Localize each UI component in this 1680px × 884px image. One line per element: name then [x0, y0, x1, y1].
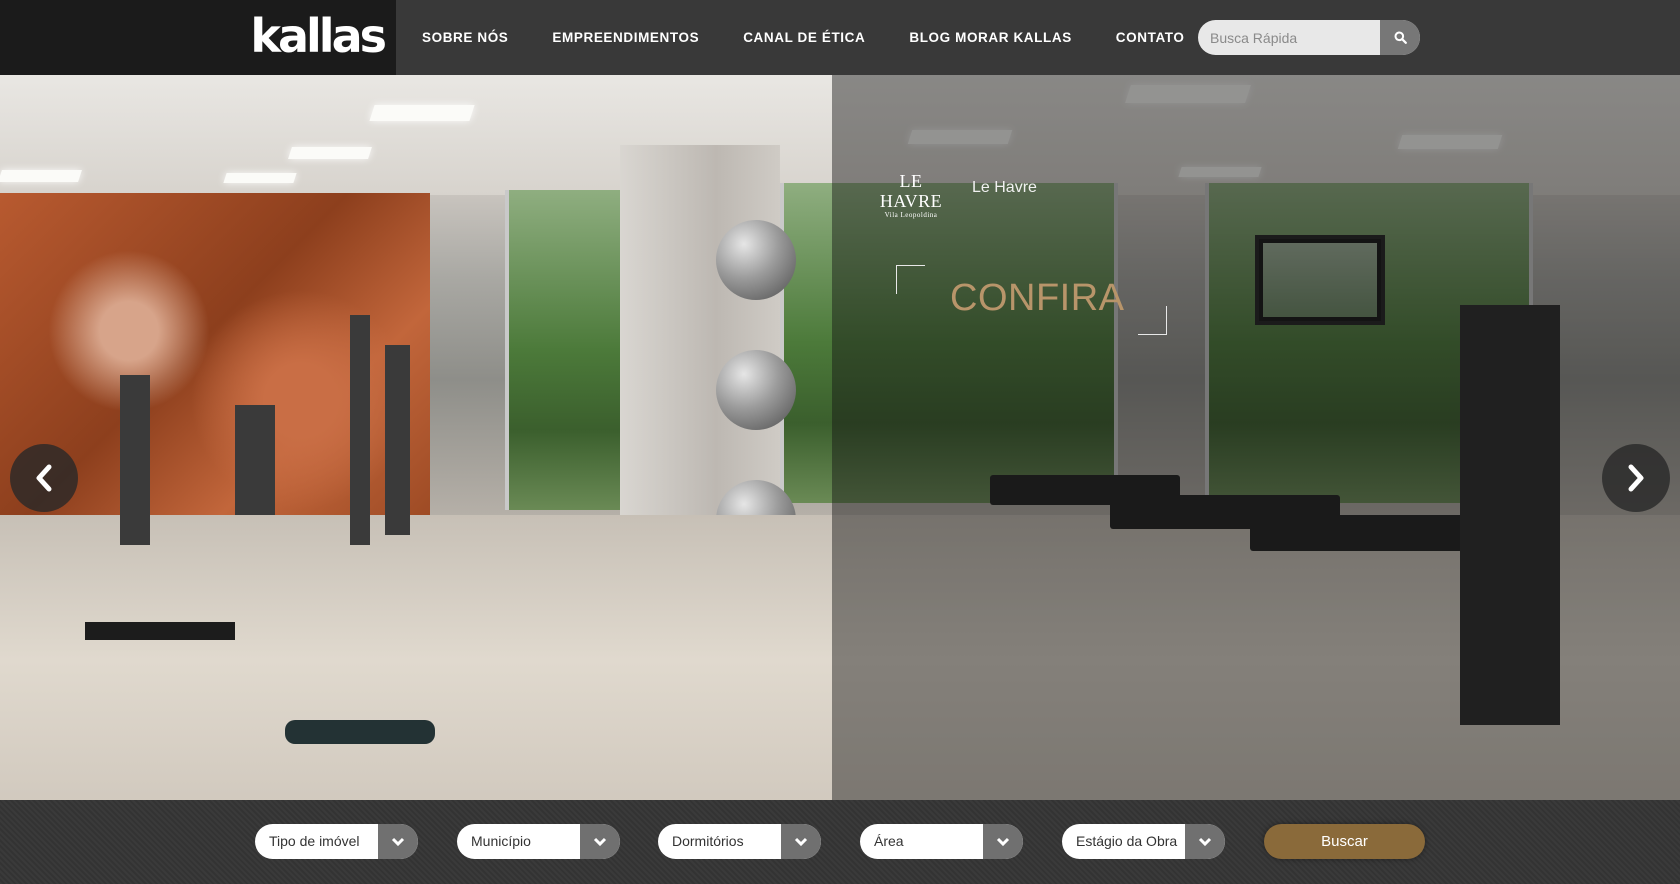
chevron-down-icon	[391, 837, 405, 846]
nav-sobre-nos[interactable]: SOBRE NÓS	[400, 30, 530, 45]
main-nav: SOBRE NÓS EMPREENDIMENTOS CANAL DE ÉTICA…	[400, 0, 1207, 75]
gym-machine	[350, 315, 370, 545]
chevron-left-icon	[36, 464, 52, 492]
quick-search	[1198, 20, 1420, 55]
dropdown-button[interactable]	[378, 824, 418, 859]
frame-corner-bottom-right	[1138, 306, 1167, 335]
construction-stage-label: Estágio da Obra	[1076, 833, 1178, 849]
buscar-button[interactable]: Buscar	[1264, 824, 1425, 859]
le-havre-logo-main: LE HAVRE	[879, 171, 943, 211]
gym-machine	[385, 345, 410, 535]
prev-slide-button[interactable]	[10, 444, 78, 512]
next-slide-button[interactable]	[1602, 444, 1670, 512]
dropdown-button[interactable]	[580, 824, 620, 859]
exercise-ball	[716, 350, 796, 430]
property-type-label: Tipo de imóvel	[269, 833, 360, 849]
promo-overlay	[832, 75, 1680, 800]
nav-canal-de-etica[interactable]: CANAL DE ÉTICA	[721, 30, 887, 45]
bench	[85, 622, 235, 640]
search-button[interactable]	[1380, 20, 1420, 55]
chevron-down-icon	[996, 837, 1010, 846]
search-input[interactable]	[1198, 20, 1378, 55]
property-type-select[interactable]: Tipo de imóvel	[255, 824, 418, 859]
exercise-bike	[235, 405, 275, 515]
window	[505, 190, 628, 510]
bedrooms-label: Dormitórios	[672, 833, 744, 849]
kallas-logo[interactable]: kallas	[250, 4, 387, 68]
construction-stage-select[interactable]: Estágio da Obra	[1062, 824, 1225, 859]
le-havre-logo-sub: Vila Leopoldina	[884, 211, 938, 219]
ceiling-light	[369, 105, 475, 121]
search-filter-bar: Tipo de imóvel Município Dormitórios Áre…	[0, 800, 1680, 884]
search-icon	[1394, 31, 1407, 44]
chevron-down-icon	[1198, 837, 1212, 846]
nav-contato[interactable]: CONTATO	[1094, 30, 1207, 45]
hero-banner[interactable]: LE HAVRE Vila Leopoldina Le Havre CONFIR…	[0, 75, 1680, 800]
dropdown-button[interactable]	[1185, 824, 1225, 859]
chevron-down-icon	[794, 837, 808, 846]
chevron-down-icon	[593, 837, 607, 846]
nav-empreendimentos[interactable]: EMPREENDIMENTOS	[530, 30, 721, 45]
site-header: kallas SOBRE NÓS EMPREENDIMENTOS CANAL D…	[0, 0, 1680, 75]
ceiling-light	[0, 170, 82, 182]
promo-name: Le Havre	[972, 179, 1037, 196]
bedrooms-select[interactable]: Dormitórios	[658, 824, 821, 859]
nav-blog-morar-kallas[interactable]: BLOG MORAR KALLAS	[887, 30, 1093, 45]
logo-container[interactable]: kallas	[0, 0, 396, 75]
exercise-ball	[716, 220, 796, 300]
ceiling-light	[288, 147, 372, 159]
gym-machine	[120, 375, 150, 545]
dumbbell	[285, 720, 435, 744]
frame-corner-top-left	[896, 265, 925, 294]
dropdown-button[interactable]	[781, 824, 821, 859]
le-havre-logo: LE HAVRE Vila Leopoldina	[866, 171, 956, 219]
area-label: Área	[874, 833, 904, 849]
chevron-right-icon	[1628, 464, 1644, 492]
area-select[interactable]: Área	[860, 824, 1023, 859]
city-label: Município	[471, 833, 531, 849]
dropdown-button[interactable]	[983, 824, 1023, 859]
confira-link[interactable]: CONFIRA	[950, 277, 1125, 320]
city-select[interactable]: Município	[457, 824, 620, 859]
ceiling-light	[223, 173, 297, 183]
